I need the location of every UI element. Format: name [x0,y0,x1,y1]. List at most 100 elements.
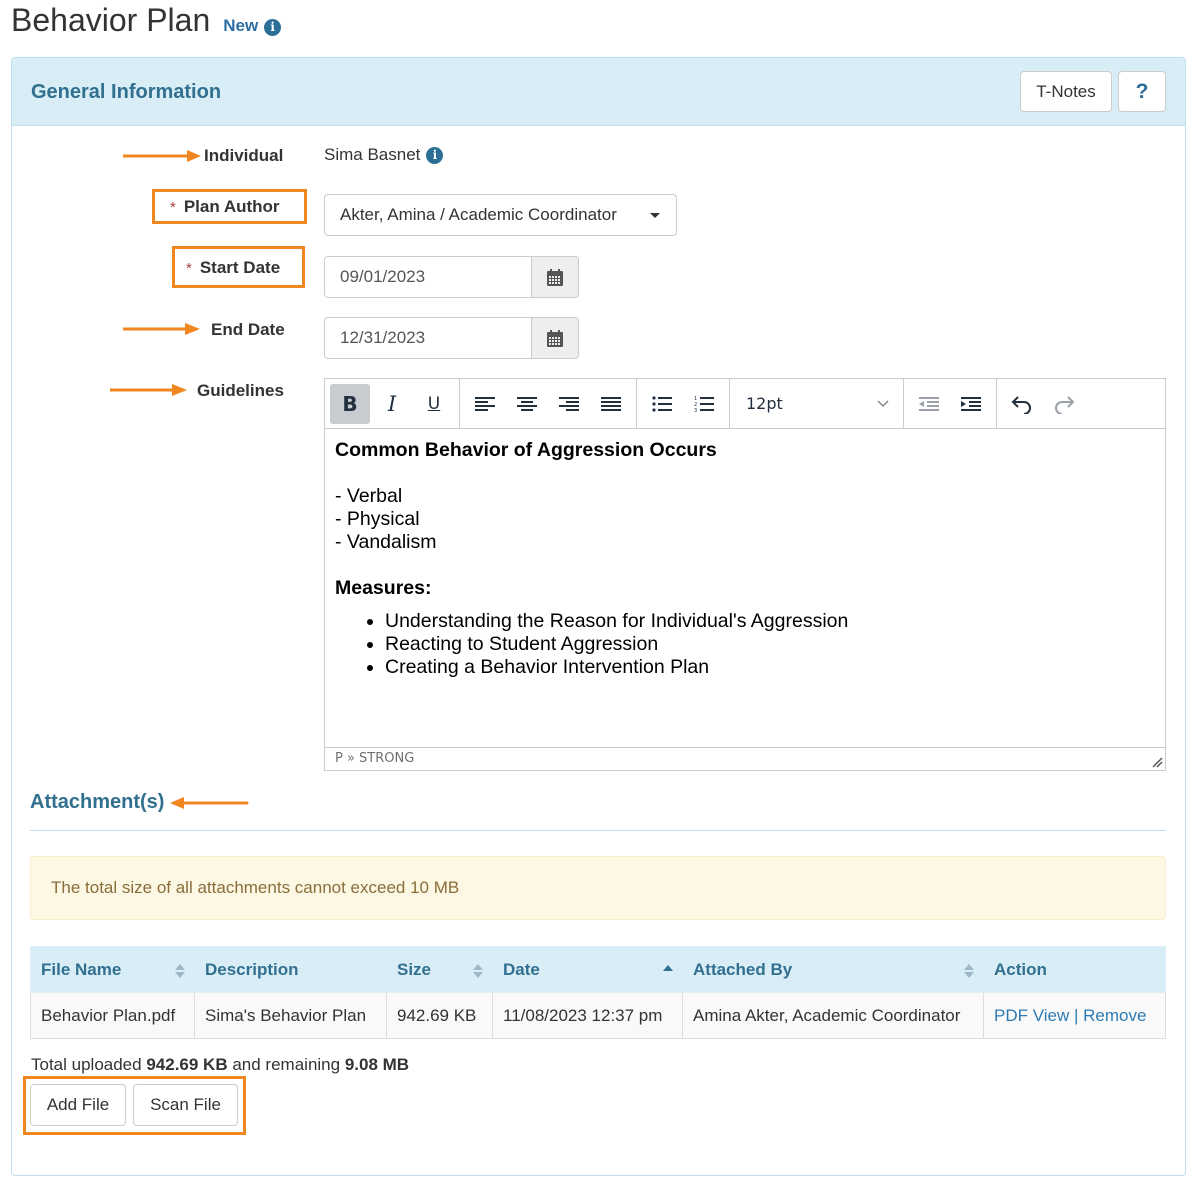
column-header-attached-by[interactable]: Attached By [682,946,984,993]
column-header-action: Action [983,946,1166,993]
sort-icon [964,964,974,978]
toolbar-group-align [460,379,637,428]
table-header-row: File Name Description Size Date Attached… [30,946,1166,993]
annotation-arrow-individual [123,149,203,163]
redo-button[interactable] [1044,384,1084,424]
end-date-field [324,317,579,359]
column-header-label: Action [994,959,1047,979]
action-separator: | [1074,1005,1079,1025]
remove-link[interactable]: Remove [1083,1006,1146,1025]
info-icon[interactable]: i [264,18,282,36]
underline-button[interactable]: U [414,384,454,424]
annotation-arrow-guidelines [110,383,190,397]
editor-toolbar: B I U 1 2 3 12pt [325,379,1165,429]
behavior-item: - Physical [335,508,420,530]
numbered-list-button[interactable]: 123 [684,384,724,424]
bullet-list-button[interactable] [642,384,682,424]
resize-handle-icon[interactable] [1151,756,1163,768]
page-title-text: Behavior Plan [11,2,211,38]
redo-icon [1055,395,1075,414]
column-header-date[interactable]: Date [492,946,683,993]
cell-description: Sima's Behavior Plan [194,992,387,1039]
start-date-label-text: Start Date [199,258,281,277]
bold-icon: B [342,391,358,416]
chevron-down-icon [877,399,889,407]
section-divider [30,830,1166,831]
column-header-size[interactable]: Size [386,946,493,993]
indent-button[interactable] [951,384,991,424]
add-file-button[interactable]: Add File [30,1084,126,1126]
required-indicator: * [186,260,192,277]
numbered-list-icon: 123 [694,396,714,413]
column-header-label: Description [205,959,299,979]
panel-heading: General Information T-Notes ? [12,58,1185,126]
start-date-calendar-button[interactable] [531,256,579,298]
attachments-title: Attachment(s) [30,791,165,813]
calendar-icon [547,329,563,347]
size-limit-alert: The total size of all attachments cannot… [30,856,1166,920]
editor-statusbar: P » STRONG [325,747,1165,770]
italic-button[interactable]: I [372,384,412,424]
align-center-icon [517,396,537,411]
align-left-icon [475,396,495,411]
cell-attached-by: Amina Akter, Academic Coordinator [682,992,984,1039]
column-header-file-name[interactable]: File Name [30,946,195,993]
sort-ascending-icon [663,965,673,971]
individual-label: Individual [204,146,284,165]
start-date-input[interactable] [324,256,531,298]
font-size-select[interactable]: 12pt [730,379,904,428]
toolbar-group-indent [904,379,997,428]
upload-summary: Total uploaded 942.69 KB and remaining 9… [31,1055,409,1075]
cell-date: 11/08/2023 12:37 pm [492,992,683,1039]
status-badge: New [223,16,259,35]
guidelines-label: Guidelines [197,381,284,400]
undo-icon [1011,395,1031,414]
column-header-label: Date [503,959,540,979]
cell-size: 942.69 KB [386,992,493,1039]
element-path[interactable]: P » STRONG [335,751,414,766]
end-date-input[interactable] [324,317,531,359]
align-justify-button[interactable] [591,384,631,424]
alert-text: The total size of all attachments cannot… [51,878,460,897]
table-row: Behavior Plan.pdf Sima's Behavior Plan 9… [30,992,1166,1039]
individual-name: Sima Basnet [324,145,421,164]
individual-info-icon[interactable]: i [426,146,444,164]
measure-item: Reacting to Student Aggression [385,633,1155,656]
end-date-calendar-button[interactable] [531,317,579,359]
font-size-value: 12pt [746,394,783,413]
help-button[interactable]: ? [1118,71,1166,112]
summary-prefix: Total uploaded [31,1055,142,1074]
measure-item: Understanding the Reason for Individual'… [385,610,1155,633]
underline-icon: U [427,393,441,414]
outdent-button[interactable] [909,384,949,424]
align-left-button[interactable] [465,384,505,424]
chevron-down-icon [650,213,660,218]
toolbar-group-lists: 123 [637,379,730,428]
column-header-description: Description [194,946,387,993]
sort-icon [473,964,483,978]
calendar-icon [547,268,563,286]
pdf-view-link[interactable]: PDF View [994,1006,1069,1025]
column-header-label: Size [397,959,432,979]
outdent-icon [919,396,939,411]
measures-heading: Measures: [335,577,432,599]
toolbar-group-history [997,379,1089,428]
undo-button[interactable] [1002,384,1042,424]
plan-author-label-text: Plan Author [183,197,280,216]
align-right-button[interactable] [549,384,589,424]
measure-item: Creating a Behavior Intervention Plan [385,656,1155,679]
bold-button[interactable]: B [330,383,370,424]
editor-content-area[interactable]: Common Behavior of Aggression Occurs - V… [325,429,1165,747]
start-date-label: * Start Date [186,258,280,278]
align-center-button[interactable] [507,384,547,424]
cell-action: PDF View | Remove [983,992,1166,1039]
align-justify-icon [601,396,621,411]
measures-list: Understanding the Reason for Individual'… [335,610,1155,679]
cell-file-name: Behavior Plan.pdf [30,992,195,1039]
svg-text:3: 3 [694,408,697,413]
tnotes-button[interactable]: T-Notes [1020,71,1112,112]
plan-author-select[interactable]: Akter, Amina / Academic Coordinator [324,194,677,236]
summary-middle: and remaining [232,1055,341,1074]
guidelines-rich-text-editor: B I U 1 2 3 12pt Common Behavior of Aggr… [324,378,1166,771]
scan-file-button[interactable]: Scan File [133,1084,238,1126]
